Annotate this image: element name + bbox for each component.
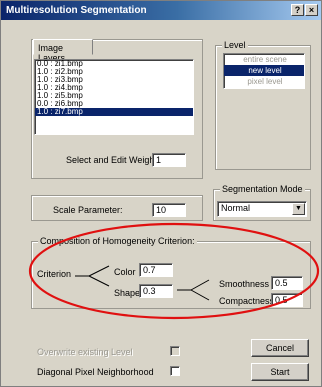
shape-split-icon: [177, 279, 210, 301]
close-button[interactable]: ×: [305, 4, 318, 16]
weights-label: Select and Edit Weights:: [66, 155, 164, 165]
list-item-level[interactable]: entire scene: [224, 54, 304, 65]
smoothness-input[interactable]: 0.5: [271, 276, 303, 290]
list-item-level[interactable]: pixel level: [224, 76, 304, 87]
help-button[interactable]: ?: [291, 4, 304, 16]
title-bar[interactable]: Multiresolution Segmentation ? ×: [1, 1, 321, 20]
image-layers-list[interactable]: 0.0 : zi1.bmp 1.0 : zi2.bmp 1.0 : zi3.bmp 1…: [34, 59, 194, 135]
compactness-label: Compactness: [219, 296, 275, 306]
compactness-input[interactable]: 0.5: [271, 293, 303, 307]
chevron-down-icon[interactable]: ▼: [292, 203, 305, 215]
overwrite-level-checkbox[interactable]: [170, 346, 180, 356]
window-title: Multiresolution Segmentation: [6, 5, 147, 16]
segmentation-mode-value: Normal: [221, 203, 251, 213]
list-item-image-layer[interactable]: 1.0 : zi7.bmp: [35, 108, 193, 116]
segmentation-mode-select[interactable]: Normal ▼: [217, 201, 307, 217]
homogeneity-legend: Composition of Homogeneity Criterion:: [38, 236, 197, 246]
color-label: Color: [114, 267, 136, 277]
segmentation-mode-legend: Segmentation Mode: [220, 184, 305, 194]
color-input[interactable]: 0.7: [139, 263, 173, 277]
tab-image-layers[interactable]: Image Layers: [33, 39, 93, 63]
diagonal-neighborhood-checkbox[interactable]: [170, 366, 180, 376]
start-button[interactable]: Start: [251, 363, 309, 381]
cancel-button[interactable]: Cancel: [251, 339, 309, 357]
criterion-label: Criterion: [37, 269, 72, 279]
weights-input[interactable]: 1: [152, 153, 186, 167]
criterion-split-icon: [75, 265, 110, 287]
list-item-level[interactable]: new level: [224, 65, 304, 76]
shape-input[interactable]: 0.3: [139, 284, 173, 298]
level-list[interactable]: entire scene new level pixel level: [223, 53, 305, 89]
scale-label: Scale Parameter:: [53, 205, 123, 215]
smoothness-label: Smoothness: [219, 279, 270, 289]
diagonal-neighborhood-label: Diagonal Pixel Neighborhood: [37, 367, 154, 377]
scale-input[interactable]: 10: [152, 203, 186, 217]
dialog-window: Multiresolution Segmentation ? × Image L…: [0, 0, 322, 387]
shape-label: Shape: [114, 288, 141, 298]
level-legend: Level: [222, 40, 248, 50]
overwrite-level-label: Overwrite existing Level: [37, 347, 133, 357]
